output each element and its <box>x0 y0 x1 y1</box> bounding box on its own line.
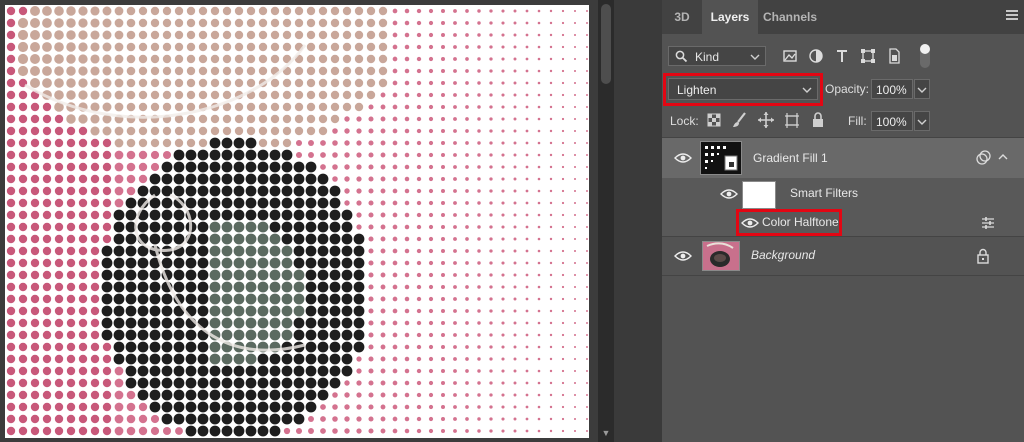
tab-3d[interactable]: 3D <box>662 0 702 34</box>
chevron-down-icon <box>802 87 812 93</box>
lock-transparent-pixels-icon[interactable] <box>704 110 724 130</box>
filter-blending-options-icon[interactable] <box>980 216 996 230</box>
canvas-vertical-scrollbar[interactable]: ▼ <box>598 0 614 442</box>
chevron-down-icon <box>917 119 927 125</box>
background-thumbnail <box>702 241 740 271</box>
opacity-slider-dropdown[interactable] <box>914 79 930 99</box>
chevron-down-icon <box>917 87 927 93</box>
panel-gutter <box>614 0 662 442</box>
panel-tab-bar: 3D Layers Channels <box>662 0 1024 34</box>
layer-name-gradient-fill[interactable]: Gradient Fill 1 <box>753 151 828 165</box>
fill-input[interactable]: 100% <box>871 111 913 131</box>
gradient-fill-thumbnail <box>700 141 742 175</box>
lock-artboard-nesting-icon[interactable] <box>782 110 802 130</box>
smart-object-filter-icon[interactable] <box>884 46 904 66</box>
layer-locked-icon[interactable] <box>976 248 990 264</box>
lock-label: Lock: <box>670 114 699 128</box>
fill-slider-dropdown[interactable] <box>914 111 930 131</box>
layer-divider <box>662 275 1024 276</box>
scrollbar-thumb[interactable] <box>601 4 611 84</box>
blend-mode-value: Lighten <box>677 83 717 97</box>
layer-name-background[interactable]: Background <box>751 248 815 262</box>
halftone-artwork <box>6 6 588 437</box>
smart-filters-mask-thumbnail <box>742 181 776 209</box>
halftone-dots <box>6 6 588 437</box>
type-layer-filter-icon[interactable] <box>832 46 852 66</box>
eye-visibility-icon[interactable] <box>741 217 759 229</box>
opacity-value: 100% <box>876 83 907 97</box>
color-halftone-label[interactable]: Color Halftone <box>762 215 839 229</box>
halftone-image-canvas[interactable] <box>5 5 589 438</box>
layer-filter-kind-select[interactable]: Kind <box>668 46 766 66</box>
chevron-down-icon <box>750 54 760 60</box>
toggle-knob <box>920 44 930 54</box>
layers-panel: 3D Layers Channels Kind Lighten Opacity:… <box>662 0 1024 442</box>
fill-value: 100% <box>876 115 907 129</box>
filter-kind-label: Kind <box>695 50 720 64</box>
smart-filter-badge-icon[interactable] <box>975 150 991 166</box>
eye-visibility-icon[interactable] <box>674 152 692 164</box>
search-icon <box>675 50 688 63</box>
lock-position-move-icon[interactable] <box>756 110 776 130</box>
filter-toggle-switch[interactable] <box>920 44 930 68</box>
collapse-arrow-icon[interactable] <box>998 152 1008 162</box>
eye-visibility-icon[interactable] <box>720 188 738 200</box>
tab-layers[interactable]: Layers <box>702 0 758 34</box>
gradient-halftone-thumb-art <box>701 142 741 174</box>
opacity-input[interactable]: 100% <box>871 79 913 99</box>
lock-image-pixels-brush-icon[interactable] <box>730 110 750 130</box>
opacity-label: Opacity: <box>825 82 870 96</box>
tab-channels[interactable]: Channels <box>758 0 822 34</box>
lock-all-icon[interactable] <box>808 110 828 130</box>
shape-layer-filter-icon[interactable] <box>858 46 878 66</box>
scroll-down-arrow-icon[interactable]: ▼ <box>598 428 614 440</box>
document-canvas-area[interactable] <box>0 0 598 442</box>
layer-row-gradient-fill[interactable]: Gradient Fill 1 <box>662 138 1024 178</box>
filter-row-color-halftone[interactable]: Color Halftone <box>662 210 1024 236</box>
fill-label: Fill: <box>848 114 867 128</box>
smart-filters-row[interactable]: Smart Filters <box>662 178 1024 210</box>
layer-row-background[interactable]: Background <box>662 237 1024 275</box>
pixel-layer-filter-icon[interactable] <box>780 46 800 66</box>
adjustment-layer-filter-icon[interactable] <box>806 46 826 66</box>
eye-visibility-icon[interactable] <box>674 250 692 262</box>
smart-filters-label: Smart Filters <box>790 186 859 200</box>
blend-mode-select[interactable]: Lighten <box>668 78 818 100</box>
background-thumb-art <box>703 242 739 270</box>
panel-menu-icon[interactable] <box>1006 10 1018 22</box>
